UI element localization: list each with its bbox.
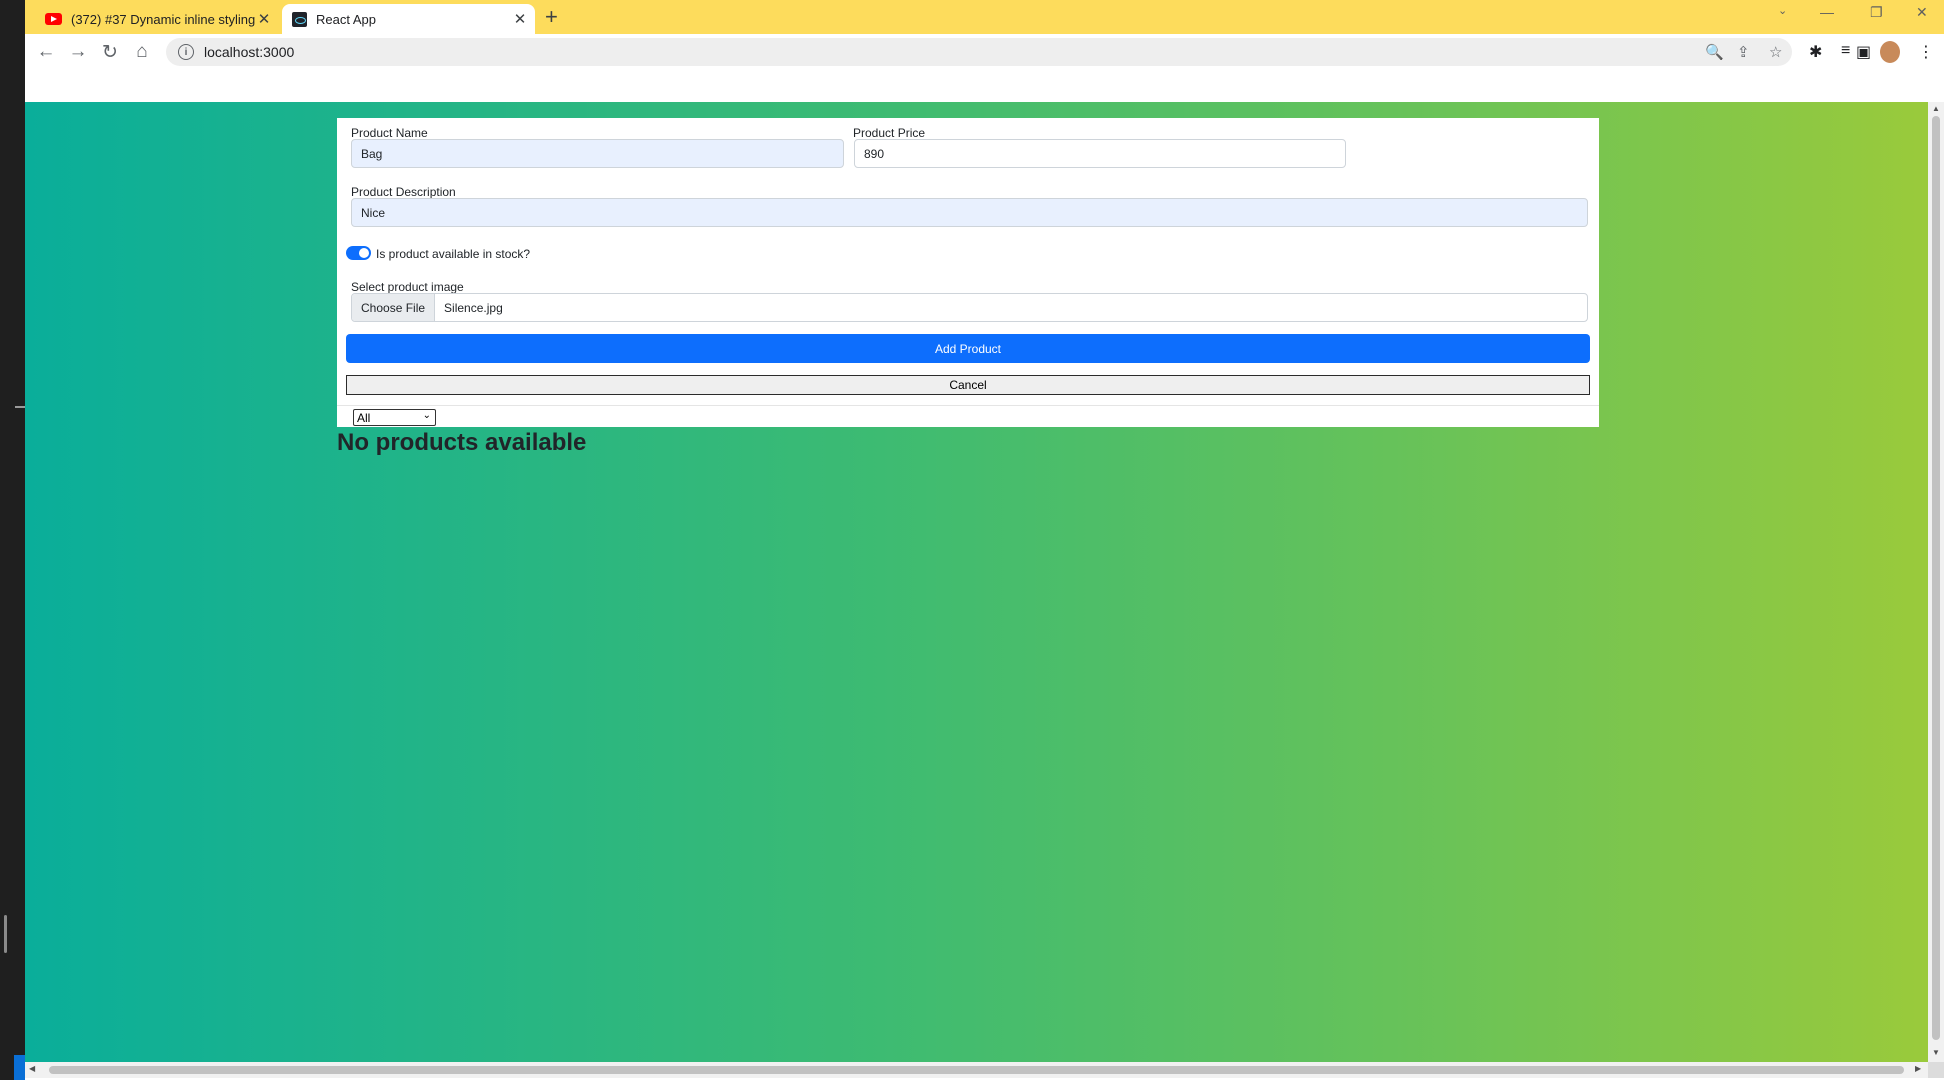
tab-youtube[interactable]: (372) #37 Dynamic inline styling ✕ (35, 4, 279, 34)
scrollbar-corner (1928, 1062, 1944, 1078)
tab-react-app[interactable]: React App ✕ (282, 4, 535, 34)
reload-button[interactable]: ↻ (98, 40, 122, 64)
product-description-input[interactable]: Nice (351, 198, 1588, 227)
product-price-label: Product Price (853, 126, 926, 140)
empty-state-message: No products available (337, 429, 587, 456)
scroll-left-icon[interactable]: ◀ (29, 1064, 35, 1073)
product-price-input[interactable]: 890 (854, 139, 1346, 168)
zoom-icon[interactable]: 🔍 (1705, 43, 1724, 61)
strip-accent (14, 1055, 25, 1080)
bookmark-star-icon[interactable]: ☆ (1769, 43, 1782, 61)
profile-avatar[interactable] (1880, 41, 1900, 63)
close-icon[interactable]: ✕ (511, 10, 529, 28)
side-panel-icon[interactable]: ▣ (1856, 42, 1871, 62)
product-image-input[interactable]: Choose File Silence.jpg (351, 293, 1588, 322)
page-top-band (25, 70, 1944, 102)
horizontal-scroll-thumb[interactable] (49, 1066, 1904, 1074)
tab-strip: (372) #37 Dynamic inline styling ✕ React… (25, 0, 1944, 34)
cancel-button[interactable]: Cancel (346, 375, 1590, 395)
vertical-scrollbar[interactable]: ▲ ▼ (1928, 102, 1944, 1062)
add-product-form: Product Name Bag Product Price 890 Produ… (337, 118, 1599, 427)
in-stock-toggle[interactable] (346, 246, 371, 260)
share-icon[interactable]: ⇪ (1737, 43, 1750, 61)
minimize-button[interactable]: — (1820, 4, 1834, 20)
filter-selected-value: All (357, 410, 371, 425)
address-bar[interactable]: i localhost:3000 🔍 ⇪ ☆ (166, 38, 1792, 66)
product-name-input[interactable]: Bag (351, 139, 844, 168)
extensions-icon[interactable]: ✱ (1809, 42, 1822, 62)
vertical-scroll-thumb[interactable] (1932, 116, 1940, 1040)
tab-search-icon[interactable]: ⌄ (1778, 4, 1787, 17)
page-viewport: Product Name Bag Product Price 890 Produ… (25, 102, 1928, 1062)
scroll-right-icon[interactable]: ▶ (1915, 1064, 1921, 1073)
close-icon[interactable]: ✕ (255, 10, 273, 28)
back-button[interactable]: ← (34, 40, 58, 64)
react-icon (292, 11, 307, 27)
browser-window: (372) #37 Dynamic inline styling ✕ React… (25, 0, 1944, 1080)
scroll-down-icon[interactable]: ▼ (1932, 1048, 1940, 1057)
strip-marker (15, 406, 25, 408)
strip-scroll-indicator (4, 915, 7, 953)
forward-button[interactable]: → (66, 40, 90, 64)
filter-select[interactable]: All ⌄ (353, 409, 436, 426)
selected-file-name: Silence.jpg (444, 300, 503, 315)
product-description-label: Product Description (351, 185, 456, 199)
product-name-label: Product Name (351, 126, 428, 140)
tab-title: (372) #37 Dynamic inline styling (71, 11, 255, 27)
chevron-down-icon: ⌄ (422, 410, 431, 421)
new-tab-button[interactable]: + (545, 6, 558, 28)
add-product-button[interactable]: Add Product (346, 334, 1590, 363)
media-control-icon[interactable]: ≡ (1841, 42, 1850, 60)
desktop-left-strip (0, 0, 25, 1080)
site-info-icon[interactable]: i (178, 44, 194, 60)
window-close-button[interactable]: ✕ (1916, 4, 1928, 21)
choose-file-button[interactable]: Choose File (352, 294, 436, 321)
youtube-icon (45, 13, 62, 25)
address-url: localhost:3000 (204, 44, 295, 60)
menu-icon[interactable]: ⋮ (1918, 42, 1934, 62)
horizontal-scrollbar[interactable]: ◀ ▶ (25, 1062, 1928, 1078)
product-image-label: Select product image (351, 280, 464, 294)
browser-toolbar: ← → ↻ ⌂ i localhost:3000 🔍 ⇪ ☆ ✱ ≡ ▣ ⋮ (25, 34, 1944, 70)
divider (337, 405, 1599, 406)
home-button[interactable]: ⌂ (130, 40, 154, 64)
restore-button[interactable]: ❐ (1870, 4, 1883, 21)
in-stock-label: Is product available in stock? (376, 247, 531, 261)
tab-title: React App (316, 11, 376, 27)
scroll-up-icon[interactable]: ▲ (1932, 104, 1940, 113)
